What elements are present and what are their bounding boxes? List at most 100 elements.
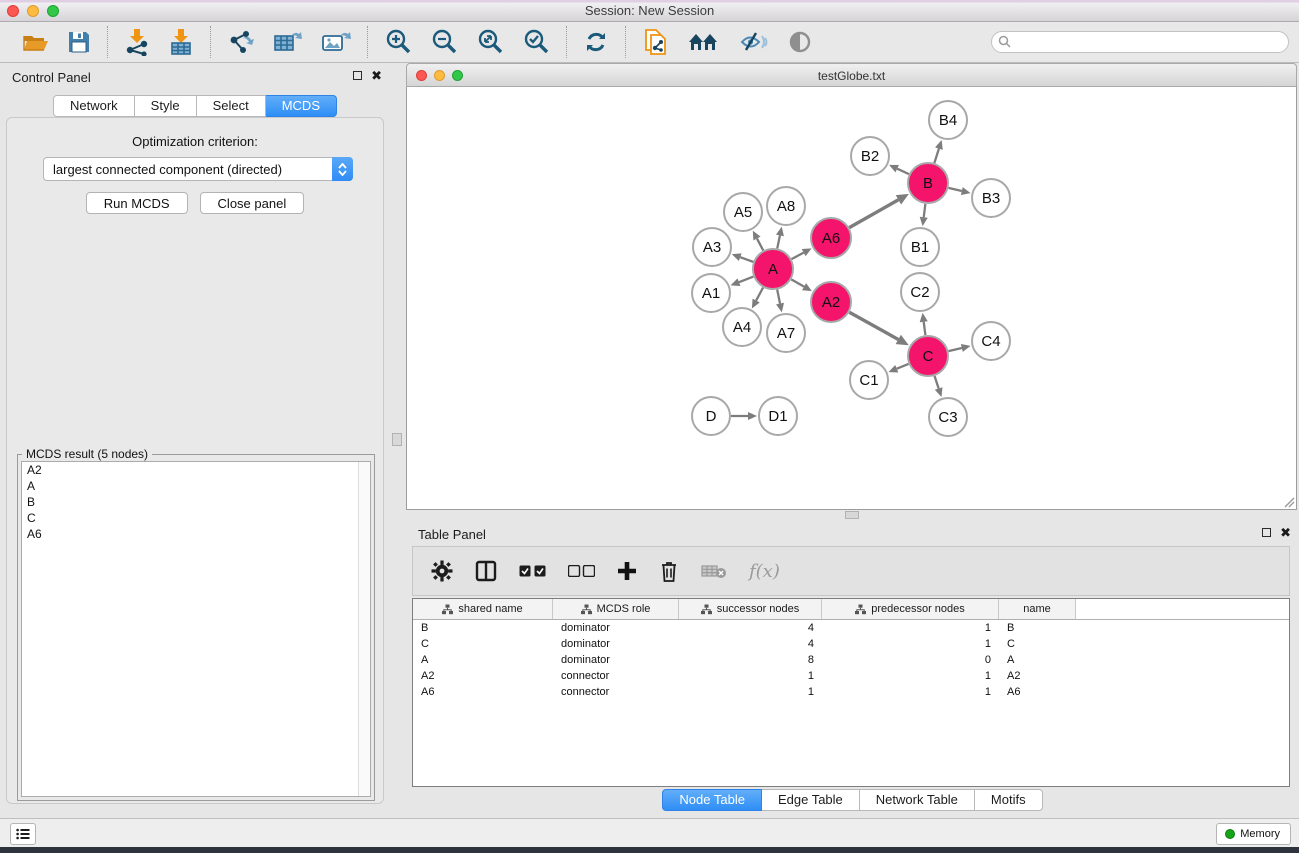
float-panel-icon[interactable] (353, 71, 362, 80)
graph-edge[interactable] (948, 188, 961, 191)
graph-edge[interactable] (792, 253, 804, 259)
edge-arrowhead (748, 412, 757, 420)
run-mcds-button[interactable]: Run MCDS (86, 192, 188, 214)
first-neighbors-button[interactable] (688, 30, 720, 54)
columns-icon (475, 560, 497, 582)
unselect-all-columns-button[interactable] (568, 565, 595, 577)
tab-mcds[interactable]: MCDS (266, 95, 337, 117)
table-cell: dominator (553, 622, 679, 634)
graph-edge[interactable] (897, 364, 909, 369)
vertical-split-divider[interactable] (390, 63, 406, 818)
close-table-panel-icon[interactable]: ✖ (1280, 527, 1291, 538)
export-image-button[interactable] (321, 28, 351, 56)
graph-edge[interactable] (777, 290, 780, 304)
mcds-result-list[interactable]: A2ABCA6 (21, 461, 371, 797)
table-cell: 1 (679, 670, 822, 682)
table-row[interactable]: Bdominator41B (413, 620, 1289, 636)
show-columns-button[interactable] (475, 560, 497, 582)
task-history-button[interactable] (10, 823, 36, 845)
export-table-button[interactable] (273, 28, 303, 56)
result-item[interactable]: A2 (22, 462, 370, 478)
horizontal-divider-handle[interactable] (845, 511, 859, 519)
delete-table-icon (701, 563, 727, 579)
memory-label: Memory (1240, 828, 1280, 840)
select-all-columns-button[interactable] (519, 565, 546, 577)
open-session-button[interactable] (23, 30, 49, 54)
table-settings-button[interactable] (431, 560, 453, 582)
tab-network-table[interactable]: Network Table (860, 789, 975, 811)
search-box (991, 31, 1289, 53)
graph-edge[interactable] (924, 204, 926, 217)
network-window-title: testGlobe.txt (407, 69, 1296, 83)
import-network-icon (124, 28, 150, 56)
column-header[interactable]: predecessor nodes (822, 599, 999, 619)
vertical-divider-handle[interactable] (392, 433, 402, 446)
function-builder-button[interactable]: f(x) (749, 561, 780, 582)
graph-edge[interactable] (897, 169, 909, 174)
edge-arrowhead (935, 387, 943, 397)
tab-node-table[interactable]: Node Table (662, 789, 762, 811)
node-label: B2 (861, 148, 879, 165)
graph-edge[interactable] (924, 322, 926, 335)
delete-table-button[interactable] (701, 563, 727, 579)
tab-network[interactable]: Network (53, 95, 135, 117)
memory-button[interactable]: Memory (1216, 823, 1291, 845)
float-table-panel-icon[interactable] (1262, 528, 1271, 537)
graph-edge[interactable] (777, 235, 780, 248)
tab-select[interactable]: Select (197, 95, 266, 117)
column-header[interactable]: successor nodes (679, 599, 822, 619)
refresh-button[interactable] (583, 29, 609, 55)
zoom-in-button[interactable] (384, 28, 412, 56)
save-session-button[interactable] (67, 30, 91, 54)
tab-motifs[interactable]: Motifs (975, 789, 1043, 811)
search-input[interactable] (991, 31, 1289, 53)
table-cell: 1 (822, 638, 999, 650)
show-graphics-details-button[interactable] (786, 30, 814, 54)
column-header[interactable]: name (999, 599, 1076, 619)
network-window-titlebar[interactable]: testGlobe.txt (406, 63, 1297, 87)
export-network-button[interactable] (227, 28, 255, 56)
network-graph[interactable]: B4B2BB3A5A8A6A3B1AA1C2A2A4A7C4CC1C3DD1 (407, 87, 1296, 508)
resize-grip-icon[interactable] (1283, 496, 1295, 508)
zoom-out-button[interactable] (430, 28, 458, 56)
table-row[interactable]: Cdominator41C (413, 636, 1289, 652)
graph-edge[interactable] (756, 288, 763, 301)
graph-edge[interactable] (934, 149, 939, 163)
tab-style[interactable]: Style (135, 95, 197, 117)
table-row[interactable]: A6connector11A6 (413, 684, 1289, 700)
hide-graphics-details-button[interactable] (738, 30, 768, 54)
delete-columns-button[interactable] (659, 560, 679, 582)
optimization-criterion-select[interactable]: largest connected component (directed) (43, 157, 353, 181)
result-scrollbar[interactable] (358, 462, 370, 796)
create-column-button[interactable] (617, 561, 637, 581)
graph-edge[interactable] (849, 312, 898, 339)
close-panel-button[interactable]: Close panel (200, 192, 305, 214)
table-row[interactable]: A2connector11A2 (413, 668, 1289, 684)
zoom-fit-button[interactable] (476, 28, 504, 56)
import-table-button[interactable] (168, 28, 194, 56)
close-panel-icon[interactable]: ✖ (371, 70, 382, 81)
network-canvas[interactable]: B4B2BB3A5A8A6A3B1AA1C2A2A4A7C4CC1C3DD1 (406, 87, 1297, 510)
table-row[interactable]: Adominator80A (413, 652, 1289, 668)
duplicate-network-button[interactable] (642, 27, 670, 57)
tab-edge-table[interactable]: Edge Table (762, 789, 860, 811)
column-header[interactable]: shared name (413, 599, 553, 619)
result-item[interactable]: C (22, 510, 370, 526)
graph-edge[interactable] (740, 257, 753, 262)
zoom-selected-button[interactable] (522, 28, 550, 56)
duplicate-network-icon (642, 27, 670, 57)
column-header[interactable]: MCDS role (553, 599, 679, 619)
graph-edge[interactable] (791, 279, 804, 286)
graph-edge[interactable] (757, 239, 763, 251)
import-network-button[interactable] (124, 28, 150, 56)
graph-edge[interactable] (739, 277, 753, 283)
result-item[interactable]: B (22, 494, 370, 510)
result-item[interactable]: A (22, 478, 370, 494)
result-item[interactable]: A6 (22, 526, 370, 542)
graph-edge[interactable] (935, 376, 939, 389)
toolbar-separator (107, 26, 108, 58)
node-table[interactable]: shared nameMCDS rolesuccessor nodesprede… (412, 598, 1290, 787)
graph-edge[interactable] (948, 348, 961, 351)
graph-edge[interactable] (849, 200, 898, 228)
table-header-row: shared nameMCDS rolesuccessor nodesprede… (413, 599, 1289, 620)
